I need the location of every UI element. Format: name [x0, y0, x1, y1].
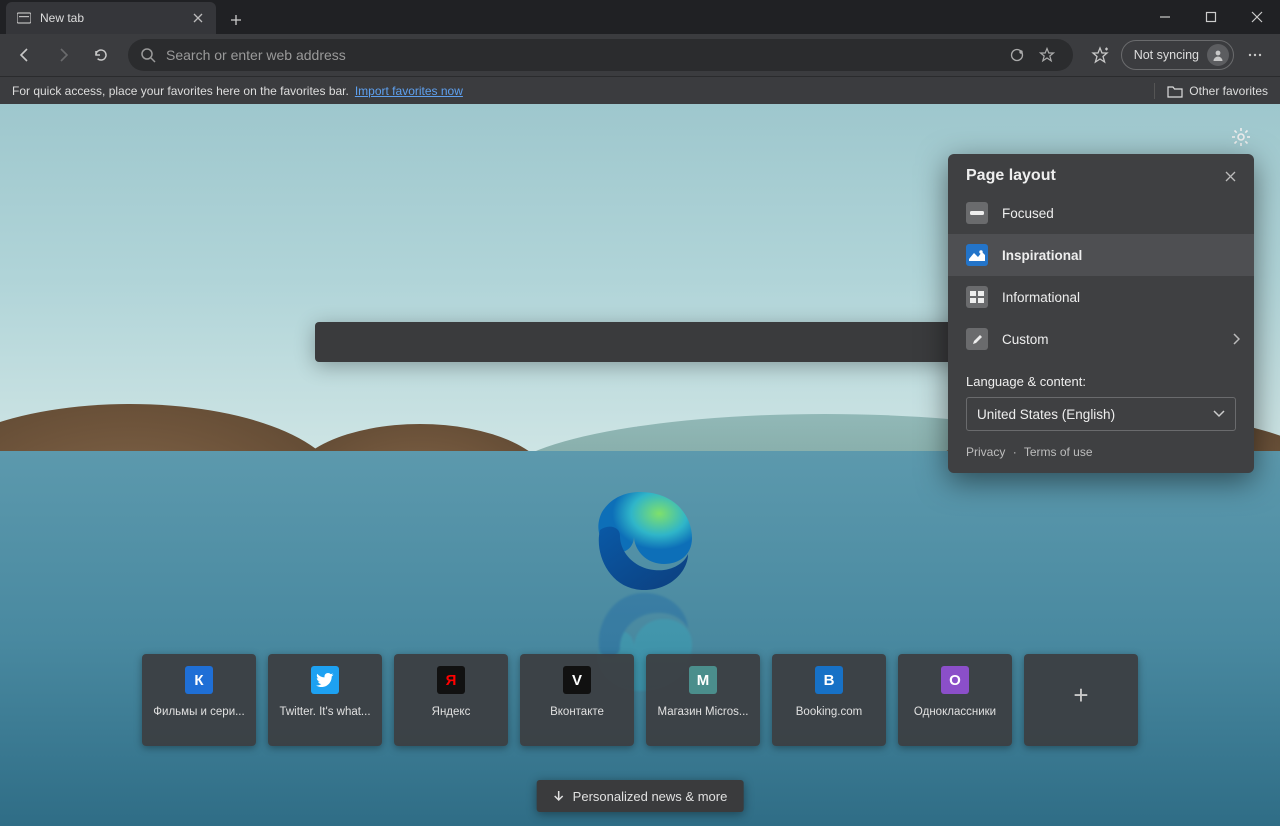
search-icon	[140, 47, 156, 63]
sync-label: Not syncing	[1134, 48, 1199, 62]
window-controls	[1142, 0, 1280, 34]
chevron-right-icon	[1232, 333, 1240, 345]
chevron-down-icon	[1213, 410, 1225, 418]
tab-close-button[interactable]	[190, 10, 206, 26]
quick-link-tile[interactable]: B Booking.com	[772, 654, 886, 746]
tile-label: Одноклассники	[908, 706, 1002, 718]
layout-option-inspirational[interactable]: Inspirational	[948, 234, 1254, 276]
close-window-button[interactable]	[1234, 0, 1280, 34]
avatar-icon	[1207, 44, 1229, 66]
news-expand-button[interactable]: Personalized news & more	[537, 780, 744, 812]
tile-label: Яндекс	[426, 706, 477, 718]
tile-icon: B	[815, 666, 843, 694]
address-bar[interactable]	[128, 39, 1073, 71]
favorites-bar: For quick access, place your favorites h…	[0, 76, 1280, 104]
add-quick-link-button[interactable]: +	[1024, 654, 1138, 746]
terms-link[interactable]: Terms of use	[1024, 445, 1093, 459]
divider	[1154, 83, 1155, 99]
favbar-hint: For quick access, place your favorites h…	[12, 84, 349, 98]
tile-label: Twitter. It's what...	[273, 706, 376, 718]
tab-strip: New tab	[0, 0, 250, 34]
new-tab-page: Page layout Focused Inspirational Inform…	[0, 104, 1280, 826]
favorite-star-button[interactable]	[1033, 38, 1061, 72]
quick-link-tile[interactable]: Я Яндекс	[394, 654, 508, 746]
inspirational-icon	[966, 244, 988, 266]
more-menu-button[interactable]	[1238, 38, 1272, 72]
tile-icon: O	[941, 666, 969, 694]
new-tab-button[interactable]	[222, 6, 250, 34]
layout-option-focused[interactable]: Focused	[948, 192, 1254, 234]
profile-sync-button[interactable]: Not syncing	[1121, 40, 1234, 70]
plus-icon: +	[1073, 680, 1088, 711]
tile-icon	[311, 666, 339, 694]
tile-label: Фильмы и сери...	[147, 706, 250, 718]
news-label: Personalized news & more	[573, 789, 728, 804]
layout-option-label: Inspirational	[1002, 248, 1082, 263]
language-select[interactable]: United States (English)	[966, 397, 1236, 431]
tile-icon: M	[689, 666, 717, 694]
tile-icon: Я	[437, 666, 465, 694]
tab-title: New tab	[40, 11, 84, 25]
page-settings-button[interactable]	[1230, 126, 1252, 148]
quick-link-tile[interactable]: V Вконтакте	[520, 654, 634, 746]
address-input[interactable]	[166, 47, 993, 63]
toolbar: Not syncing	[0, 34, 1280, 76]
layout-option-informational[interactable]: Informational	[948, 276, 1254, 318]
tile-label: Магазин Micros...	[651, 706, 754, 718]
maximize-button[interactable]	[1188, 0, 1234, 34]
quick-link-tile[interactable]: К Фильмы и сери...	[142, 654, 256, 746]
language-selected-value: United States (English)	[977, 407, 1115, 422]
tile-label: Booking.com	[790, 706, 868, 718]
ntp-search-box[interactable]	[315, 322, 965, 362]
panel-close-button[interactable]	[1220, 166, 1240, 186]
shopping-icon[interactable]	[1003, 38, 1031, 72]
page-layout-panel: Page layout Focused Inspirational Inform…	[948, 154, 1254, 473]
focused-icon	[966, 202, 988, 224]
layout-option-label: Custom	[1002, 332, 1049, 347]
quick-link-tile[interactable]: Twitter. It's what...	[268, 654, 382, 746]
language-section-label: Language & content:	[948, 360, 1254, 397]
quick-link-tile[interactable]: M Магазин Micros...	[646, 654, 760, 746]
tile-label: Вконтакте	[544, 706, 610, 718]
tile-icon: К	[185, 666, 213, 694]
panel-footer: Privacy · Terms of use	[948, 431, 1254, 459]
quick-links: К Фильмы и сери... Twitter. It's what... ЯЯ…	[142, 654, 1138, 746]
titlebar: New tab	[0, 0, 1280, 34]
import-favorites-link[interactable]: Import favorites now	[355, 84, 463, 98]
quick-link-tile[interactable]: O Одноклассники	[898, 654, 1012, 746]
privacy-link[interactable]: Privacy	[966, 445, 1005, 459]
arrow-down-icon	[553, 790, 565, 802]
back-button[interactable]	[8, 38, 42, 72]
layout-option-custom[interactable]: Custom	[948, 318, 1254, 360]
ntp-search-input[interactable]	[329, 334, 951, 350]
custom-icon	[966, 328, 988, 350]
layout-option-label: Focused	[1002, 206, 1054, 221]
other-favorites-button[interactable]: Other favorites	[1189, 84, 1268, 98]
tile-icon: V	[563, 666, 591, 694]
tab-favicon-icon	[16, 10, 32, 26]
layout-option-label: Informational	[1002, 290, 1080, 305]
panel-title: Page layout	[966, 167, 1056, 185]
favorites-button[interactable]	[1083, 38, 1117, 72]
folder-icon	[1167, 84, 1183, 98]
refresh-button[interactable]	[84, 38, 118, 72]
minimize-button[interactable]	[1142, 0, 1188, 34]
tab-newtab[interactable]: New tab	[6, 2, 216, 34]
informational-icon	[966, 286, 988, 308]
forward-button[interactable]	[46, 38, 80, 72]
